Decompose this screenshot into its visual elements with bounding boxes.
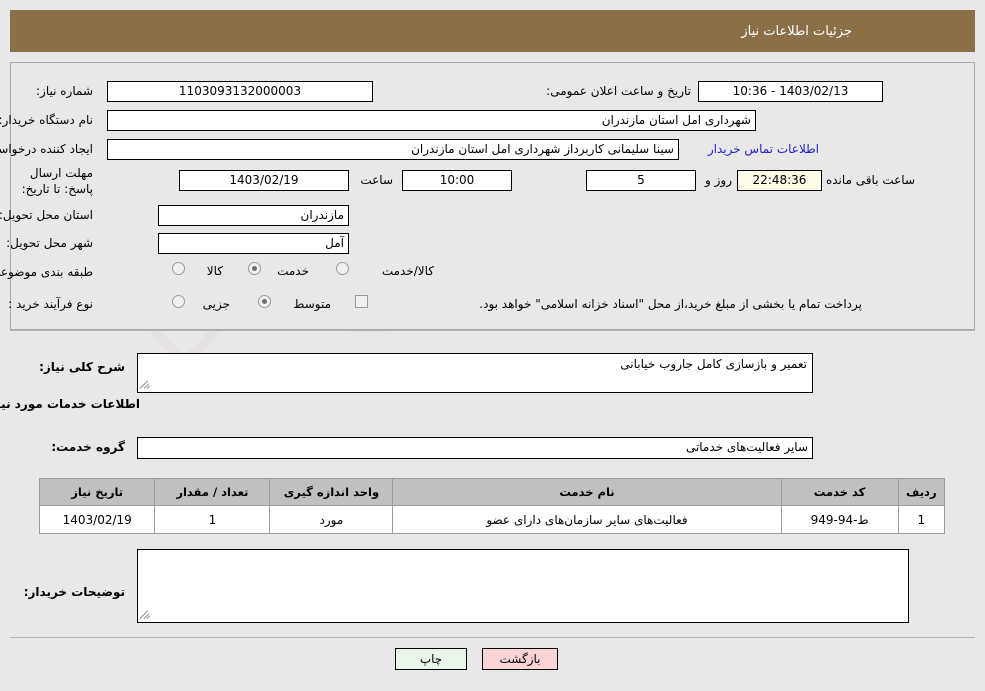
- cell-unit: مورد: [269, 505, 394, 534]
- general-need-label: شرح کلی نیاز:: [39, 360, 125, 374]
- province-label: استان محل تحویل:: [0, 208, 93, 222]
- deadline-hour-label: ساعت: [360, 173, 393, 187]
- cell-service-code: ط-94-949: [780, 505, 899, 534]
- buyer-notes-textarea[interactable]: [137, 549, 909, 623]
- resize-grip-icon-2: [139, 608, 152, 620]
- days-remaining-value: 5: [586, 170, 696, 191]
- need-details-page: جزئیات اطلاعات نیاز AnaTender.net شماره …: [0, 0, 985, 691]
- page-title: جزئیات اطلاعات نیاز: [741, 23, 852, 39]
- buyer-org-label: نام دستگاه خریدار:: [0, 113, 93, 127]
- services-table: ردیف کد خدمت نام خدمت واحد اندازه گیری ت…: [38, 478, 946, 534]
- services-info-heading: اطلاعات خدمات مورد نیاز: [0, 397, 140, 411]
- category-radio-khedmat-label: خدمت: [277, 264, 309, 278]
- process-radio-motevaset[interactable]: [258, 295, 271, 308]
- announce-datetime-value: 1403/02/13 - 10:36: [698, 81, 883, 102]
- col-unit: واحد اندازه گیری: [269, 478, 394, 506]
- buyer-contact-link[interactable]: اطلاعات تماس خریدار: [708, 142, 819, 156]
- countdown-timer-value: 22:48:36: [737, 170, 822, 191]
- col-service-code: کد خدمت: [780, 478, 899, 506]
- back-button[interactable]: بازگشت: [482, 648, 558, 670]
- cell-quantity: 1: [154, 505, 271, 534]
- page-header-bar: جزئیات اطلاعات نیاز: [10, 10, 975, 52]
- table-row: 1 ط-94-949 فعالیت‌های سایر سازمان‌های دا…: [38, 505, 946, 534]
- col-need-date: تاریخ نیاز: [38, 478, 156, 506]
- category-radio-kala-label: کالا: [206, 264, 223, 278]
- service-group-label: گروه خدمت:: [51, 440, 125, 454]
- general-need-textarea[interactable]: تعمیر و بازسازی کامل جاروب خیابانی: [137, 353, 813, 393]
- deadline-date-value: 1403/02/19: [179, 170, 349, 191]
- service-group-value: سایر فعالیت‌های خدماتی: [137, 437, 813, 459]
- section-divider-bottom: [10, 637, 975, 638]
- deadline-label: مهلت ارسال پاسخ: تا تاریخ:: [21, 166, 93, 196]
- process-radio-jozii[interactable]: [172, 295, 185, 308]
- general-need-value: تعمیر و بازسازی کامل جاروب خیابانی: [620, 357, 807, 371]
- section-divider-top: [10, 330, 975, 331]
- cell-row-no: 1: [897, 505, 946, 534]
- city-label: شهر محل تحویل:: [6, 236, 93, 250]
- city-value: آمل: [158, 233, 349, 254]
- province-value: مازندران: [158, 205, 349, 226]
- process-type-label: نوع فرآیند خرید :: [8, 297, 93, 311]
- buyer-notes-label: توضیحات خریدار:: [23, 585, 125, 599]
- need-number-label: شماره نیاز:: [36, 84, 93, 98]
- need-info-panel: [10, 62, 975, 330]
- category-label: طبقه بندی موضوعی:: [0, 265, 93, 279]
- category-radio-kala-khedmat[interactable]: [336, 262, 349, 275]
- category-radio-kala-khedmat-label: کالا/خدمت: [381, 264, 434, 278]
- resize-grip-icon: [139, 378, 152, 390]
- cell-service-name: فعالیت‌های سایر سازمان‌های دارای عضو: [392, 505, 782, 534]
- col-service-name: نام خدمت: [392, 478, 782, 506]
- table-header-row: ردیف کد خدمت نام خدمت واحد اندازه گیری ت…: [38, 478, 946, 506]
- col-row-no: ردیف: [897, 478, 946, 506]
- col-quantity: تعداد / مقدار: [154, 478, 271, 506]
- requester-label: ایجاد کننده درخواست:: [0, 142, 93, 156]
- cell-need-date: 1403/02/19: [38, 505, 156, 534]
- announce-datetime-label: تاریخ و ساعت اعلان عمومی:: [546, 84, 691, 98]
- buyer-org-value: شهرداری امل استان مازندران: [107, 110, 756, 131]
- requester-value: سینا سلیمانی کاربرداز شهرداری امل استان …: [107, 139, 679, 160]
- need-number-value: 1103093132000003: [107, 81, 373, 102]
- process-radio-motevaset-label: متوسط: [293, 297, 331, 311]
- category-radio-kala[interactable]: [172, 262, 185, 275]
- days-and-label: روز و: [705, 173, 732, 187]
- print-button[interactable]: چاپ: [395, 648, 467, 670]
- payment-note-text: پرداخت تمام یا بخشی از مبلغ خرید،از محل …: [479, 297, 862, 311]
- remaining-suffix-label: ساعت باقی مانده: [825, 173, 915, 187]
- category-radio-khedmat[interactable]: [248, 262, 261, 275]
- process-radio-jozii-label: جزیی: [202, 297, 230, 311]
- deadline-time-value: 10:00: [402, 170, 512, 191]
- islamic-treasury-checkbox[interactable]: [355, 295, 368, 308]
